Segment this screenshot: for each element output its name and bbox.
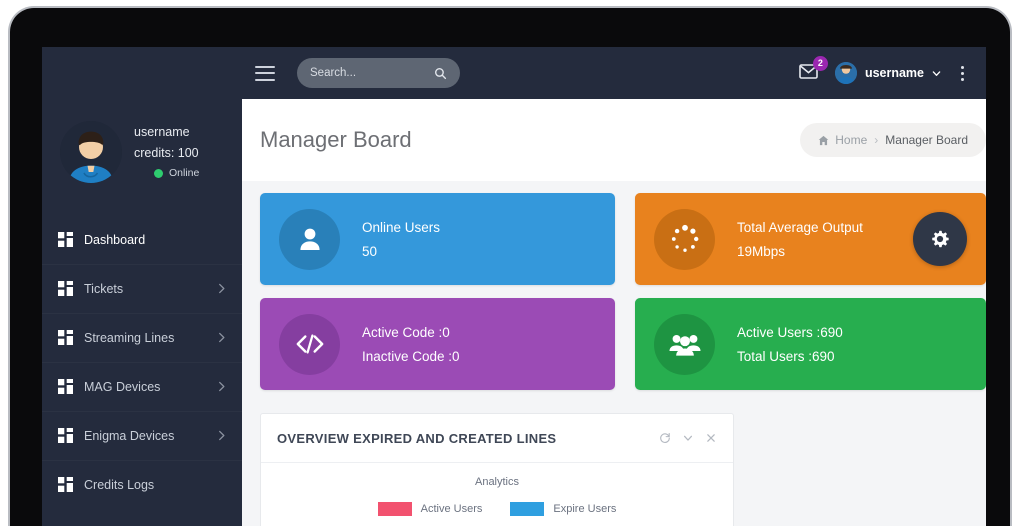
profile-username: username [134, 125, 190, 139]
grid-icon [58, 428, 73, 443]
stat-card-total-average-output[interactable]: Total Average Output 19Mbps [635, 193, 986, 285]
card-icon-wrap [279, 313, 340, 375]
home-icon [818, 135, 829, 145]
sidebar-item-mag-devices[interactable]: MAG Devices [42, 362, 242, 411]
card-icon-wrap [654, 208, 715, 270]
card-line-2: 50 [362, 243, 378, 259]
chevron-right-icon [219, 381, 225, 392]
grid-icon [58, 379, 73, 394]
card-line-1: Online Users [362, 219, 441, 235]
card-text: Total Average Output 19Mbps [737, 220, 863, 259]
chevron-down-icon [932, 70, 941, 76]
status-dot-icon [154, 168, 163, 178]
chart-panel: OVERVIEW EXPIRED AND CREATED LINES Analy… [260, 413, 734, 526]
stat-cards: Online Users 50 Total Average Output 19M… [242, 181, 986, 390]
stat-card-online-users[interactable]: Online Users 50 [260, 193, 615, 285]
code-icon [296, 334, 323, 354]
chart-panel-body: Analytics Active Users Expire Users 80 [261, 463, 733, 526]
gear-icon [932, 230, 949, 248]
legend-swatch [377, 502, 412, 516]
chart-panel-actions [659, 432, 717, 444]
profile-status: Online [134, 167, 199, 179]
sidebar-item-label: Tickets [84, 281, 124, 296]
card-icon-wrap [279, 208, 340, 270]
legend-item-expire-users[interactable]: Expire Users [510, 502, 616, 516]
legend-swatch [510, 502, 545, 516]
breadcrumb-home[interactable]: Home [818, 133, 867, 147]
chevron-right-icon [219, 332, 225, 343]
more-options-button[interactable] [955, 64, 970, 83]
breadcrumb-separator: › [874, 133, 879, 147]
grid-icon [58, 477, 73, 492]
messages-button[interactable]: 2 [799, 56, 828, 83]
profile-credits: credits: 100 [134, 146, 199, 160]
sidebar-item-label: Credits Logs [84, 477, 155, 492]
user-name-label: username [864, 66, 924, 80]
breadcrumb-home-label: Home [835, 133, 868, 147]
user-icon [299, 228, 320, 250]
card-line-1: Total Average Output [737, 219, 863, 235]
page-header: Manager Board Home › Manager Board [242, 99, 986, 181]
legend-item-active-users[interactable]: Active Users [377, 502, 483, 516]
screen: Search... 2 username username credits: 1… [42, 47, 986, 526]
chart-legend: Active Users Expire Users [261, 502, 733, 516]
sidebar-item-label: Dashboard [84, 232, 146, 247]
chart-panel-header: OVERVIEW EXPIRED AND CREATED LINES [261, 414, 733, 463]
avatar [60, 121, 122, 183]
card-text: Active Code :0 Inactive Code :0 [362, 325, 460, 364]
search-icon [435, 67, 447, 79]
chevron-right-icon [219, 283, 225, 294]
card-icon-wrap [654, 313, 715, 375]
card-line-1: Active Users :690 [737, 324, 843, 340]
main-content: Manager Board Home › Manager Board Onlin… [242, 99, 986, 526]
sidebar-item-label: Enigma Devices [84, 428, 175, 443]
sidebar-profile: username credits: 100 Online [42, 99, 242, 197]
card-line-2: Total Users :690 [737, 348, 835, 364]
device-frame: Search... 2 username username credits: 1… [8, 6, 1012, 526]
sidebar-item-label: Streaming Lines [84, 330, 175, 345]
card-text: Online Users 50 [362, 220, 440, 259]
sidebar-item-streaming-lines[interactable]: Streaming Lines [42, 313, 242, 362]
sidebar-item-label: MAG Devices [84, 379, 161, 394]
stat-card-codes[interactable]: Active Code :0 Inactive Code :0 [260, 298, 615, 390]
chart-panel-title: OVERVIEW EXPIRED AND CREATED LINES [277, 430, 557, 446]
refresh-icon[interactable] [659, 432, 671, 444]
user-menu-button[interactable]: username [834, 62, 941, 84]
grid-icon [58, 232, 73, 247]
sidebar-item-dashboard[interactable]: Dashboard [42, 215, 242, 264]
users-group-icon [668, 334, 701, 356]
search-placeholder: Search... [310, 67, 357, 79]
stat-card-users[interactable]: Active Users :690 Total Users :690 [635, 298, 986, 390]
card-line-2: Inactive Code :0 [362, 348, 460, 364]
search-input[interactable]: Search... [297, 58, 460, 88]
legend-label: Active Users [420, 503, 483, 515]
page-title: Manager Board [260, 127, 412, 152]
legend-label: Expire Users [553, 503, 617, 515]
sidebar: username credits: 100 Online Dashboard T… [42, 99, 242, 526]
card-text: Active Users :690 Total Users :690 [737, 325, 843, 364]
grid-icon [58, 330, 73, 345]
card-line-1: Active Code :0 [362, 324, 450, 340]
sidebar-item-credits-logs[interactable]: Credits Logs [42, 460, 242, 509]
breadcrumb: Home › Manager Board [800, 123, 986, 157]
spinner-icon [671, 224, 698, 252]
topbar-right-actions: 2 username [799, 56, 986, 84]
chevron-right-icon [219, 430, 225, 441]
grid-icon [58, 281, 73, 296]
sidebar-item-tickets[interactable]: Tickets [42, 264, 242, 313]
hamburger-menu-icon[interactable] [255, 65, 275, 81]
sidebar-profile-info: username credits: 100 Online [134, 125, 199, 179]
chevron-down-icon[interactable] [682, 432, 694, 444]
breadcrumb-current: Manager Board [885, 133, 968, 147]
sidebar-nav: Dashboard Tickets Streaming Lines MAG De… [42, 215, 242, 509]
card-line-2: 19Mbps [737, 243, 786, 259]
card-settings-button[interactable] [913, 212, 967, 266]
profile-status-label: Online [169, 167, 200, 179]
top-navigation-bar: Search... 2 username [42, 47, 986, 99]
messages-badge: 2 [812, 56, 828, 71]
avatar [834, 62, 857, 84]
sidebar-item-enigma-devices[interactable]: Enigma Devices [42, 411, 242, 460]
chart-title: Analytics [474, 476, 520, 488]
close-icon[interactable] [705, 432, 717, 444]
